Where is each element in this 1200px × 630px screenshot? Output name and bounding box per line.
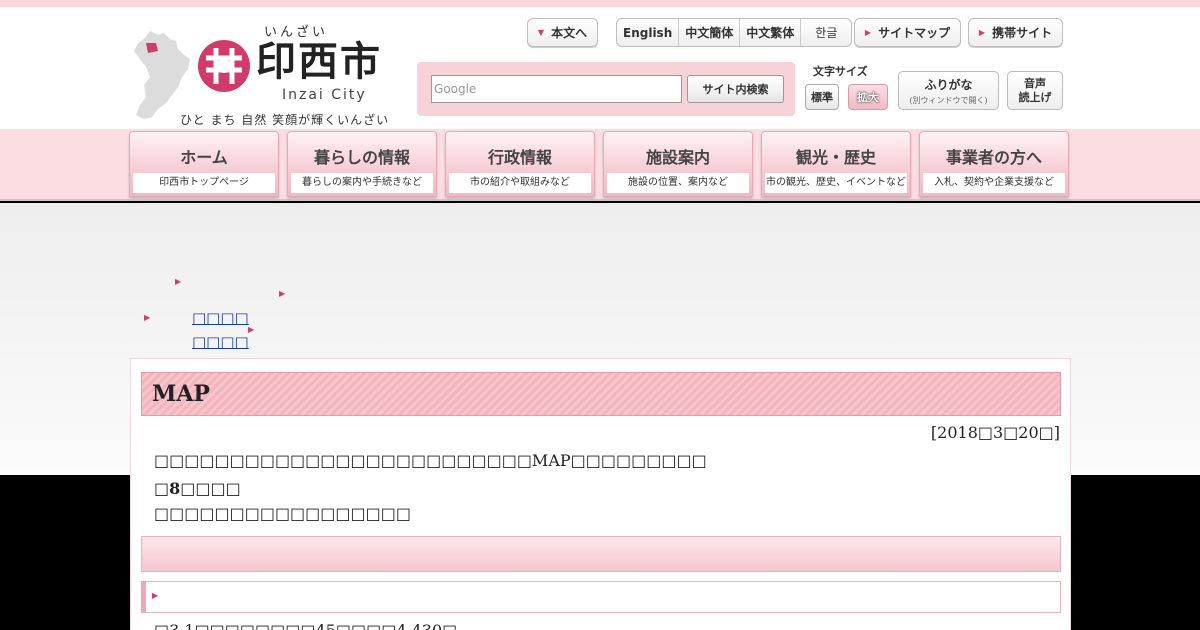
voice-line2: 読上げ <box>1018 91 1052 104</box>
highlight-number: 8 <box>169 479 181 498</box>
publish-date: [2018□3□20□] <box>930 423 1060 442</box>
sitemap-button[interactable]: ▶ サイトマップ <box>854 18 961 47</box>
mobile-site-button[interactable]: ▶ 携帯サイト <box>968 18 1063 47</box>
lang-korean-link[interactable]: 한글 <box>801 19 851 46</box>
triangle-right-icon: ▶ <box>864 28 872 37</box>
city-tagline: ひと まち 自然 笑顔が輝くいんざい <box>180 113 390 127</box>
lang-chinese-simplified-link[interactable]: 中文簡体 <box>679 19 741 46</box>
breadcrumb-triangle-icon: ▶ <box>175 277 182 286</box>
logo-kanji[interactable]: 印西市 <box>256 38 382 86</box>
top-stripe <box>0 0 1200 7</box>
triangle-right-icon: ▶ <box>978 28 986 37</box>
search-box: Google サイト内検索 <box>417 62 795 116</box>
nav-living-label: 暮らしの情報 <box>313 148 410 167</box>
font-size-label: 文字サイズ <box>813 65 868 78</box>
furigana-sub: (別ウィンドウで開く) <box>909 96 988 105</box>
section-heading-bar <box>141 536 1061 572</box>
main-content: MAP [2018□3□20□] □□□□□□□□□□□□□□□□□□□□□□□… <box>130 358 1071 630</box>
furigana-button[interactable]: ふりがな (別ウィンドウで開く) <box>898 71 999 110</box>
nav-tourism-sub: 市の観光、歴史、イベントなど <box>765 173 907 193</box>
breadcrumb-triangle-icon: ▶ <box>144 313 151 322</box>
lang-english-link[interactable]: English <box>617 19 680 46</box>
article-paragraph: □3 1□□□□□□□□45□□□□4 430□ <box>154 621 457 630</box>
nav-business-sub: 入札、契約や企業支援など <box>923 173 1065 193</box>
nav-administration-sub: 市の紹介や取組みなど <box>449 173 591 193</box>
page-title-bar: MAP <box>141 372 1061 416</box>
site-header: いんざい 印西市 Inzai City ひと まち 自然 笑顔が輝くいんざい ▼… <box>0 7 1200 129</box>
nav-facilities[interactable]: 施設案内 施設の位置、案内など <box>603 131 753 197</box>
nav-administration-label: 行政情報 <box>487 148 552 167</box>
breadcrumb-triangle-icon: ▶ <box>279 289 286 298</box>
subsection-heading-bar: ▶ <box>141 581 1061 613</box>
city-emblem-icon[interactable] <box>196 38 252 94</box>
nav-living-sub: 暮らしの案内や手続きなど <box>291 173 433 193</box>
article-paragraph: □□□□□□□□□□□□□□□□□□□□□□□□□MAP□□□□□□□□□ <box>154 451 707 470</box>
triangle-right-icon: ▶ <box>152 591 159 600</box>
nav-facilities-sub: 施設の位置、案内など <box>607 173 749 193</box>
article-paragraph: □□□□□□□□□□□□□□□□□ <box>154 504 411 523</box>
font-size-large-button[interactable]: 拡大 <box>848 84 888 110</box>
font-size-standard-button[interactable]: 標準 <box>805 84 839 110</box>
furigana-label: ふりがな <box>924 78 973 92</box>
skip-to-content-button[interactable]: ▼ 本文へ <box>527 18 598 47</box>
breadcrumb-link[interactable]: □□□□ <box>192 309 249 327</box>
nav-facilities-label: 施設案内 <box>645 148 710 167</box>
nav-home[interactable]: ホーム 印西市トップページ <box>129 131 279 197</box>
nav-home-sub: 印西市トップページ <box>133 173 275 193</box>
lang-chinese-traditional-link[interactable]: 中文繁体 <box>740 19 802 46</box>
site-search-button[interactable]: サイト内検索 <box>687 75 784 103</box>
article-paragraph: □8□□□□ <box>154 479 241 498</box>
nav-home-label: ホーム <box>180 148 228 167</box>
nav-tourism[interactable]: 観光・歴史 市の観光、歴史、イベントなど <box>761 131 911 197</box>
nav-administration[interactable]: 行政情報 市の紹介や取組みなど <box>445 131 595 197</box>
voice-reader-button[interactable]: 音声 読上げ <box>1007 71 1063 110</box>
nav-business-label: 事業者の方へ <box>945 148 1042 167</box>
triangle-down-icon: ▼ <box>537 28 545 37</box>
breadcrumb-link[interactable]: □□□□ <box>192 333 249 351</box>
nav-business[interactable]: 事業者の方へ 入札、契約や企業支援など <box>919 131 1069 197</box>
voice-line1: 音声 <box>1024 77 1046 90</box>
nav-tourism-label: 観光・歴史 <box>795 148 876 167</box>
language-switcher: English 中文簡体 中文繁体 한글 <box>616 18 853 47</box>
logo-english: Inzai City <box>282 87 367 103</box>
breadcrumb-triangle-icon: ▶ <box>248 325 255 334</box>
page-title: MAP <box>152 381 210 407</box>
chiba-map-icon <box>134 31 190 119</box>
nav-living[interactable]: 暮らしの情報 暮らしの案内や手続きなど <box>287 131 437 197</box>
global-nav: ホーム 印西市トップページ 暮らしの情報 暮らしの案内や手続きなど 行政情報 市… <box>0 129 1200 201</box>
search-input[interactable]: Google <box>431 75 682 103</box>
